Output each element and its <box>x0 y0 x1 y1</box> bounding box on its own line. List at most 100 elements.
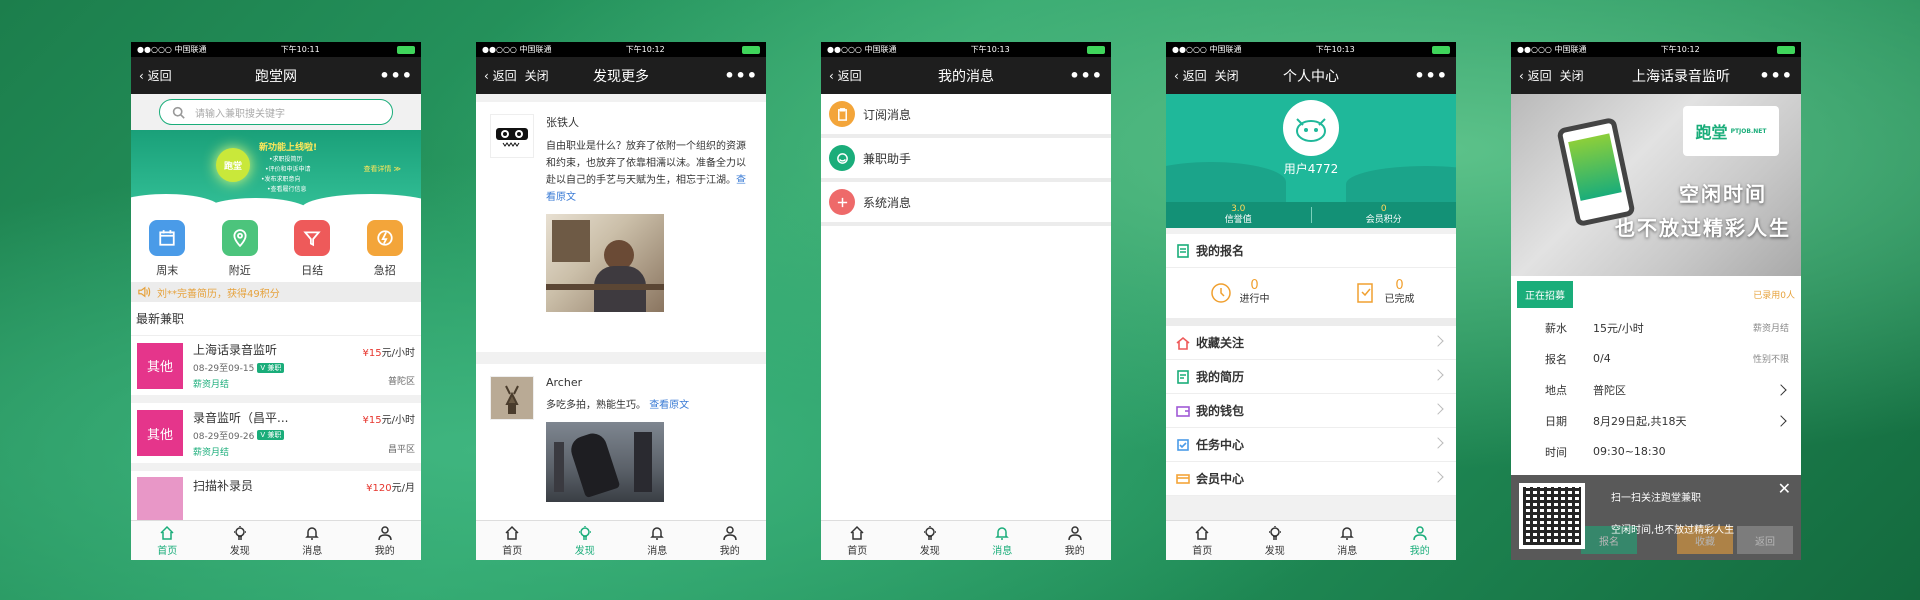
chevron-right-icon <box>1432 403 1444 415</box>
back-button[interactable]: ‹ 返回 <box>1519 67 1552 84</box>
close-button[interactable]: 关闭 <box>1215 67 1239 84</box>
row-label: 会员中心 <box>1196 472 1245 486</box>
menu-wallet[interactable]: 我的钱包 <box>1166 394 1456 428</box>
tab-mine[interactable]: 我的 <box>694 521 767 560</box>
more-button[interactable]: ••• <box>724 66 758 85</box>
tab-label: 我的 <box>1064 545 1085 557</box>
back-button[interactable]: ‹ 返回 <box>829 67 862 84</box>
chevron-right-icon <box>1775 414 1787 427</box>
verified-badge: V 兼职 <box>257 362 285 373</box>
category-weekend[interactable]: 周末 <box>131 220 204 278</box>
job-area: 昌平区 <box>387 445 415 455</box>
row-label: 收藏关注 <box>1196 336 1245 350</box>
back-button[interactable]: ‹ 返回 <box>139 67 172 84</box>
menu-resume[interactable]: 我的简历 <box>1166 360 1456 394</box>
back-button[interactable]: ‹ 返回 <box>484 67 517 84</box>
detail-key: 地点 <box>1545 383 1567 397</box>
home-icon <box>159 525 175 541</box>
avatar[interactable] <box>1283 100 1339 156</box>
done-count: 0 <box>1395 278 1404 293</box>
banner-link[interactable]: 查看详情 ≫ <box>363 164 401 174</box>
tab-discover[interactable]: 发现 <box>204 521 277 560</box>
done-stat[interactable]: 0 已完成 <box>1311 268 1456 318</box>
post-body: 自由职业是什么？放弃了依附一个组织的资源和约束，也放弃了依靠相濡以沫。准备全力以… <box>546 141 746 186</box>
message-assistant[interactable]: 兼职助手 <box>821 138 1111 182</box>
tab-discover[interactable]: 发现 <box>1239 521 1312 560</box>
avatar[interactable] <box>490 114 534 158</box>
more-button[interactable]: ••• <box>1069 66 1103 85</box>
post-author: Archer <box>546 376 583 389</box>
hero-slogan: 也不放过精彩人生 <box>1615 216 1791 240</box>
page-title: 跑堂网 <box>255 68 297 85</box>
message-subscription[interactable]: 订阅消息 <box>821 94 1111 138</box>
job-tag <box>137 477 183 523</box>
menu-tasks[interactable]: 任务中心 <box>1166 428 1456 462</box>
search-input[interactable]: 请输入兼职搜关键字 <box>159 99 393 125</box>
tab-label: 发现 <box>229 545 250 557</box>
avatar[interactable] <box>490 376 534 420</box>
close-button[interactable]: 关闭 <box>525 67 549 84</box>
clock: 下午10:11 <box>280 45 320 54</box>
tab-mine[interactable]: 我的 <box>349 521 422 560</box>
detail-location[interactable]: 地点 普陀区 <box>1511 374 1801 405</box>
more-button[interactable]: ••• <box>1414 66 1448 85</box>
return-button[interactable]: 返回 <box>1737 526 1793 554</box>
category-urgent[interactable]: 急招 <box>349 220 422 278</box>
bulb-icon <box>922 525 938 541</box>
more-button[interactable]: ••• <box>379 66 413 85</box>
job-price: ¥120元/月 <box>366 479 415 494</box>
tab-discover[interactable]: 发现 <box>549 521 622 560</box>
job-settlement: 薪资月结 <box>193 380 230 390</box>
price-unit: 元/月 <box>391 483 415 494</box>
phone-messages: ●●○○○ 中国联通 下午10:13 ‹ 返回 我的消息 ••• 订阅消息 兼职助… <box>821 42 1111 560</box>
tab-home[interactable]: 首页 <box>821 521 894 560</box>
view-original-link[interactable]: 查看原文 <box>649 400 689 411</box>
category-nearby[interactable]: 附近 <box>204 220 277 278</box>
tab-discover[interactable]: 发现 <box>894 521 967 560</box>
category-grid: 周末 附近 日结 急招 <box>131 212 421 282</box>
map-pin-icon <box>221 220 258 256</box>
credit-stat[interactable]: 3.0 信誉值 <box>1166 202 1311 228</box>
home-icon <box>504 525 520 541</box>
tab-messages[interactable]: 消息 <box>621 521 694 560</box>
page-title: 发现更多 <box>593 68 649 85</box>
post-photo[interactable] <box>546 422 664 502</box>
tab-messages[interactable]: 消息 <box>966 521 1039 560</box>
status-bar: ●●○○○ 中国联通 下午10:13 <box>821 42 1111 57</box>
menu-membership[interactable]: 会员中心 <box>1166 462 1456 496</box>
close-icon[interactable]: ✕ <box>1778 479 1791 498</box>
clipboard-icon <box>829 101 855 127</box>
job-item[interactable]: 其他 录音监听（昌平... 08-29至09-26 V 兼职 薪资月结 ¥15元/… <box>131 403 421 463</box>
more-button[interactable]: ••• <box>1759 66 1793 85</box>
ongoing-stat[interactable]: 0 进行中 <box>1166 268 1311 318</box>
tab-home[interactable]: 首页 <box>476 521 549 560</box>
job-tag: 其他 <box>137 410 183 456</box>
back-button[interactable]: ‹ 返回 <box>1174 67 1207 84</box>
page-title: 我的消息 <box>938 68 994 85</box>
chevron-right-icon <box>1432 335 1444 347</box>
category-daily[interactable]: 日结 <box>276 220 349 278</box>
tab-mine[interactable]: 我的 <box>1039 521 1112 560</box>
tab-messages[interactable]: 消息 <box>276 521 349 560</box>
battery-icon <box>1084 45 1105 54</box>
points-stat[interactable]: 0 会员积分 <box>1312 202 1457 228</box>
tab-mine[interactable]: 我的 <box>1384 521 1457 560</box>
tab-label: 我的 <box>374 545 395 557</box>
tab-home[interactable]: 首页 <box>131 521 204 560</box>
category-label: 急招 <box>373 264 396 277</box>
tab-home[interactable]: 首页 <box>1166 521 1239 560</box>
tab-messages[interactable]: 消息 <box>1311 521 1384 560</box>
close-button[interactable]: 关闭 <box>1560 67 1584 84</box>
post-photo[interactable] <box>546 214 664 312</box>
job-item[interactable]: 其他 上海话录音监听 08-29至09-15 V 兼职 薪资月结 ¥15元/小时 … <box>131 335 421 395</box>
tab-label: 发现 <box>919 545 940 557</box>
row-label: 我的钱包 <box>1196 404 1245 418</box>
my-signup-header[interactable]: 我的报名 <box>1166 234 1456 268</box>
detail-date[interactable]: 日期 8月29日起,共18天 <box>1511 405 1801 436</box>
detail-time: 时间 09:30~18:30 <box>1511 436 1801 467</box>
bell-icon <box>994 525 1010 541</box>
message-system[interactable]: 系统消息 <box>821 182 1111 226</box>
promo-banner[interactable]: 跑堂 新功能上线啦! •求职投简历 •评价和申诉申请 •发布求职意向 •查看履行… <box>131 130 421 212</box>
menu-favorites[interactable]: 收藏关注 <box>1166 326 1456 360</box>
status-bar: ●●○○○ 中国联通 下午10:12 <box>1511 42 1801 57</box>
